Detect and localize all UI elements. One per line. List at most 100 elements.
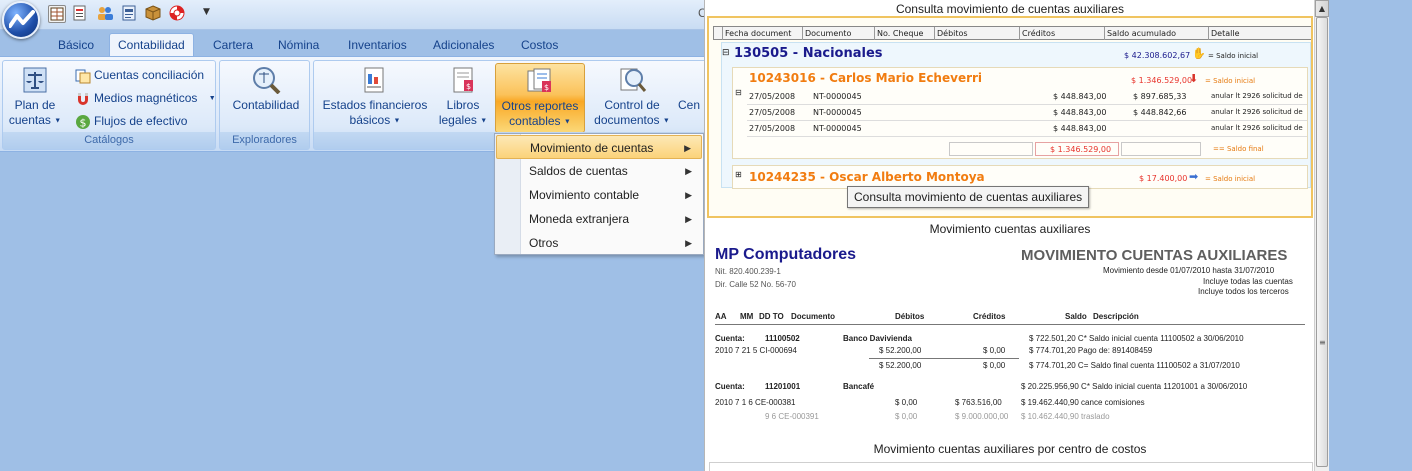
total-debitos-cell — [949, 142, 1033, 156]
submenu-arrow-icon: ▶ — [685, 190, 692, 200]
estados-financieros-button[interactable]: Estados financieros básicos ▼ — [320, 63, 430, 133]
cell-debito: $ 448.843,00 — [1053, 124, 1107, 133]
row-credito: $ 9.000.000,00 — [955, 412, 1009, 421]
menu-item-otros[interactable]: Otros ▶ — [496, 231, 702, 255]
right-arrow-icon: ➡ — [1189, 170, 1199, 183]
menu-item-saldos-cuentas[interactable]: Saldos de cuentas ▶ — [496, 159, 702, 183]
app-logo-icon[interactable] — [2, 1, 40, 39]
grid-col-debitos: Débitos — [934, 27, 968, 40]
dropdown-arrow-icon: ▼ — [662, 117, 670, 125]
flujos-efectivo-button[interactable]: $ Flujos de efectivo — [75, 111, 187, 131]
report-title: MOVIMIENTO CUENTAS AUXILIARES — [1021, 247, 1288, 264]
saldo-final-label: == Saldo final — [1213, 145, 1264, 153]
submenu-arrow-icon: ▶ — [685, 166, 692, 176]
tab-contabilidad[interactable]: Contabilidad — [109, 33, 194, 57]
row-credito: $ 0,00 — [983, 346, 1006, 355]
menu-item-label: Otros — [529, 236, 559, 250]
grid-col-detalle: Detalle — [1208, 27, 1240, 40]
saldo-inicial-label: = Saldo inicial — [1205, 77, 1256, 85]
menu-item-movimiento-cuentas[interactable]: Movimiento de cuentas ▶ — [496, 135, 702, 159]
cell-saldo: $ 448.842,66 — [1133, 108, 1187, 117]
otros-reportes-contables-button[interactable]: $ Otros reportes contables ▼ — [495, 63, 585, 133]
cuenta-label: Cuenta: — [715, 334, 745, 343]
tab-cartera[interactable]: Cartera — [205, 34, 261, 56]
libros-legales-button[interactable]: $ Libros legales ▼ — [436, 63, 490, 133]
col-creditos: Créditos — [973, 312, 1006, 321]
cell-doc: NT-0000045 — [813, 108, 862, 117]
tab-adicionales[interactable]: Adicionales — [425, 34, 502, 56]
users-icon[interactable] — [96, 5, 114, 23]
submenu-preview-gallery: Consulta movimiento de cuentas auxiliare… — [704, 0, 1314, 471]
tab-costos[interactable]: Costos — [513, 34, 566, 56]
cell-detalle: anular lt 2926 solicitud de — [1211, 108, 1303, 116]
flujos-efectivo-label: Flujos de efectivo — [94, 114, 188, 128]
grid-group-nacionales: ⊟ 130505 - Nacionales $ 42.308.602,67 ✋ … — [721, 42, 1311, 189]
estados-financieros-label-1: Estados financieros — [322, 98, 428, 112]
contabilidad-explorer-button[interactable]: Contabilidad — [226, 63, 306, 133]
dropdown-arrow-icon: ▼ — [393, 117, 401, 125]
col-documento: Documento — [791, 312, 835, 321]
tooltip: Consulta movimiento de cuentas auxiliare… — [847, 186, 1090, 208]
row-date-doc: 2010 7 1 6 CE-000381 — [715, 398, 796, 407]
cuenta-code: 11201001 — [765, 382, 801, 391]
total-creditos-cell: $ 1.346.529,00 — [1035, 142, 1119, 156]
down-arrow-icon: ⬇ — [1189, 72, 1199, 85]
total-saldo-cell — [1121, 142, 1201, 156]
grid-subgroup-1: 10243016 - Carlos Mario Echeverri $ 1.34… — [732, 67, 1308, 159]
cuenta-saldo-final: $ 774.701,20 C= Saldo final cuenta 11100… — [1029, 361, 1240, 370]
row-credito: $ 763.516,00 — [955, 398, 1002, 407]
menu-item-movimiento-contable[interactable]: Movimiento contable ▶ — [496, 183, 702, 207]
subgroup-saldo: $ 1.346.529,00 — [1131, 76, 1193, 85]
table-row[interactable]: 27/05/2008 NT-0000045 $ 448.843,00 $ 448… — [747, 106, 1307, 121]
table-row[interactable]: 27/05/2008 NT-0000045 $ 448.843,00 $ 897… — [747, 90, 1307, 105]
menu-item-moneda-extranjera[interactable]: Moneda extranjera ▶ — [496, 207, 702, 231]
cell-debito: $ 448.843,00 — [1053, 108, 1107, 117]
plan-cuentas-label-1: Plan de — [14, 98, 56, 112]
report-icon[interactable] — [121, 5, 139, 23]
submenu-arrow-icon: ▶ — [684, 143, 691, 153]
row-debito: $ 0,00 — [895, 412, 918, 421]
group-catalogos: Plan de cuentas ▼ Cuentas conciliación M… — [2, 60, 216, 150]
plan-cuentas-button[interactable]: Plan de cuentas ▼ — [5, 63, 65, 133]
tab-inventarios[interactable]: Inventarios — [340, 34, 415, 56]
row-debito: $ 52.200,00 — [879, 346, 922, 355]
dropdown-arrow-icon: ▼ — [563, 118, 571, 126]
scroll-thumb[interactable]: ≡ — [1316, 17, 1328, 467]
plan-cuentas-label-2: cuentas — [8, 113, 51, 127]
cuentas-conciliacion-button[interactable]: Cuentas conciliación — [75, 65, 204, 85]
report-range: Movimiento desde 01/07/2010 hasta 31/07/… — [1103, 266, 1275, 275]
estados-financieros-label-2: básicos — [349, 113, 391, 127]
expand-icon: ⊞ — [735, 170, 742, 179]
preview-movimiento-cuentas[interactable]: MP Computadores Nit. 820.400.239-1 Dir. … — [709, 240, 1313, 436]
cell-detalle: anular lt 2926 solicitud de — [1211, 124, 1303, 132]
report-incl-cuentas: Incluye todas las cuentas — [1203, 277, 1293, 286]
grid-rows: 27/05/2008 NT-0000045 $ 448.843,00 $ 897… — [747, 90, 1307, 144]
submenu-arrow-icon: ▶ — [685, 238, 692, 248]
help-lifebuoy-icon[interactable] — [169, 5, 187, 23]
total-value: $ 1.346.529,00 — [1050, 145, 1112, 154]
svg-text:$: $ — [80, 116, 87, 129]
cuenta-code: 11100502 — [765, 334, 800, 343]
table-icon[interactable] — [48, 5, 66, 23]
box-icon[interactable] — [145, 5, 163, 23]
cuentas-conciliacion-label: Cuentas conciliación — [94, 68, 205, 82]
subgroup-name: 10243016 - Carlos Mario Echeverri — [749, 71, 983, 85]
other-reports-icon: $ — [525, 67, 555, 95]
col-descripcion: Descripción — [1093, 312, 1139, 321]
medios-magneticos-button[interactable]: Medios magnéticos ▼ — [75, 88, 216, 108]
table-row[interactable]: 27/05/2008 NT-0000045 $ 448.843,00 anula… — [747, 122, 1307, 137]
report-header-rule — [715, 324, 1305, 325]
cell-fecha: 27/05/2008 — [749, 92, 796, 101]
preview-movimiento-centro-costos[interactable] — [709, 462, 1313, 471]
customize-qat-icon[interactable]: ▼ — [203, 7, 210, 17]
tab-nomina[interactable]: Nómina — [270, 34, 327, 56]
document-icon[interactable] — [72, 5, 90, 23]
contabilidad-explorer-label: Contabilidad — [232, 98, 300, 112]
tab-basico[interactable]: Básico — [50, 34, 102, 56]
scroll-up-arrow-icon[interactable]: ▲ — [1315, 0, 1329, 17]
gallery-scrollbar[interactable]: ▲ ≡ — [1314, 0, 1329, 471]
cell-detalle: anular lt 2926 solicitud de — [1211, 92, 1303, 100]
row-saldo: $ 10.462.440,90 traslado — [1021, 412, 1110, 421]
control-documentos-button[interactable]: Control de documentos ▼ — [592, 63, 672, 133]
report-incl-terceros: Incluye todos los terceros — [1198, 287, 1289, 296]
